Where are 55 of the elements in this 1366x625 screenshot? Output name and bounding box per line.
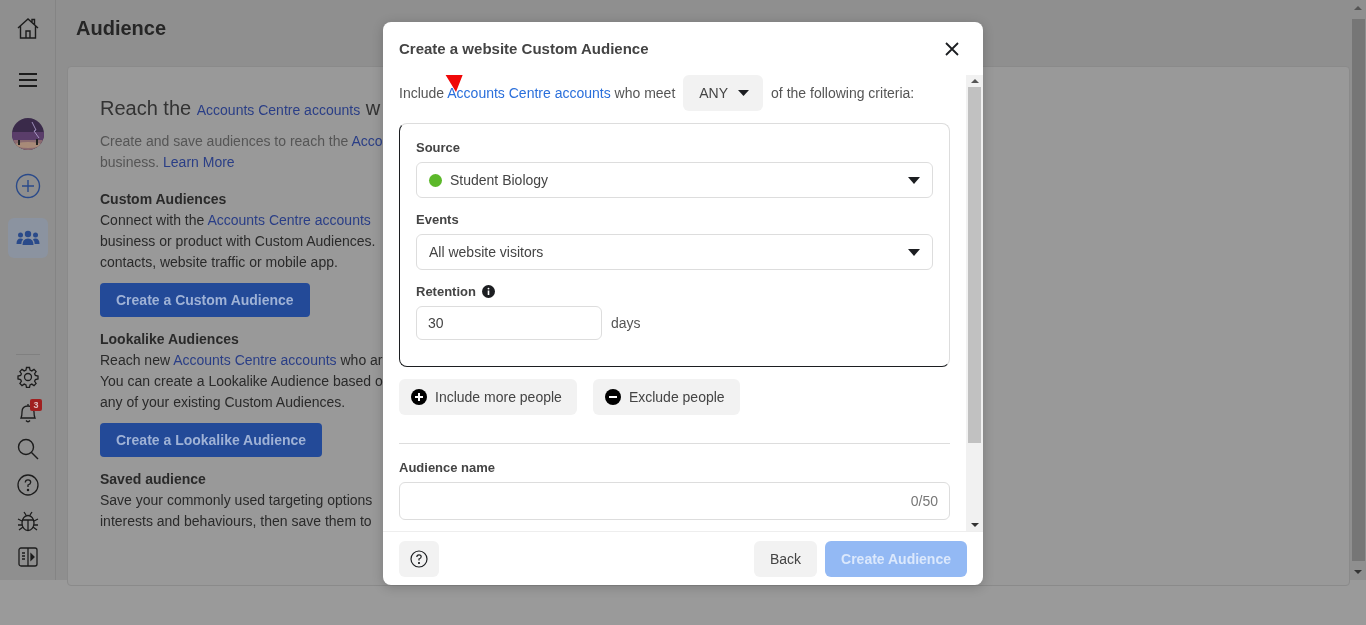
source-dropdown[interactable]: Student Biology <box>416 162 933 198</box>
field-label: Events <box>416 212 460 227</box>
link[interactable]: Accounts Centre accounts <box>447 85 611 101</box>
bell-icon <box>17 402 38 424</box>
link[interactable]: Accounts Centre accounts <box>207 212 371 228</box>
help-icon <box>16 474 39 496</box>
link[interactable]: Accounts Centre accounts <box>173 352 337 368</box>
panel-icon <box>17 547 38 567</box>
link[interactable]: Acco <box>351 133 383 149</box>
nav-item[interactable]: 3 <box>7 397 48 429</box>
section-title: Lookalike Audiences <box>100 330 240 349</box>
page-title: Audience <box>76 16 168 40</box>
plus-icon <box>411 389 427 405</box>
add-icon <box>14 173 41 199</box>
minus-icon <box>604 389 621 405</box>
help-button[interactable] <box>399 540 439 577</box>
people-icon <box>15 230 40 246</box>
dialog-title: Create a website Custom Audience <box>399 40 649 57</box>
events-dropdown[interactable]: All website visitors <box>416 234 933 270</box>
scrollbar[interactable] <box>966 75 983 531</box>
help-icon <box>410 549 428 568</box>
card-heading: Reach the Accounts Centre accounts w <box>100 96 381 121</box>
exclude-button[interactable]: Exclude people <box>592 379 740 415</box>
field-label: Audience name <box>399 460 497 475</box>
section-text: Reach new Accounts Centre accounts who ar You can create a Lookalike Audience based o any of your existing Custom Audiences. <box>100 351 383 412</box>
field-label: Retention <box>416 284 476 299</box>
notification-count: 3 <box>30 399 42 411</box>
search-icon <box>16 438 39 460</box>
section-text: Connect with the Accounts Centre accounts business or product with Custom Audiences. contacts, website traffic or mobile app. <box>100 211 376 272</box>
unit-label: days <box>611 315 641 331</box>
menu-icon <box>17 72 38 88</box>
caret-icon <box>908 248 920 256</box>
retention-field[interactable]: 30 <box>416 306 602 340</box>
match-dropdown[interactable]: ANY <box>683 75 764 111</box>
link[interactable]: Learn More <box>163 154 235 170</box>
home-icon <box>15 16 40 40</box>
section-title: Saved audience <box>100 470 207 489</box>
field-label: Source <box>416 140 462 155</box>
info-icon <box>481 285 495 298</box>
section-title: Custom Audiences <box>100 190 228 209</box>
create-audience-button[interactable]: Create a Lookalike Audience <box>100 423 323 457</box>
criteria-text: Include Accounts Centre accounts who meet <box>399 85 676 101</box>
link[interactable]: Accounts Centre accounts <box>196 102 361 118</box>
back-button[interactable]: Back <box>753 540 818 577</box>
create-audience-button[interactable]: Create a Custom Audience <box>100 283 310 317</box>
caret-icon <box>738 90 750 96</box>
criteria-text: of the following criteria: <box>771 85 915 101</box>
section-text: Save your commonly used targeting options interests and behaviours, then save them to <box>100 491 373 531</box>
caret-icon <box>908 176 920 184</box>
audience-name-field[interactable]: 0/50 <box>399 482 950 520</box>
settings-icon <box>16 366 39 388</box>
bug-icon <box>16 510 39 532</box>
nav-item[interactable] <box>7 218 48 258</box>
include-button[interactable]: Include more people <box>399 379 577 415</box>
intro-text: Create and save audiences to reach the Acco business. Learn More <box>100 132 383 172</box>
